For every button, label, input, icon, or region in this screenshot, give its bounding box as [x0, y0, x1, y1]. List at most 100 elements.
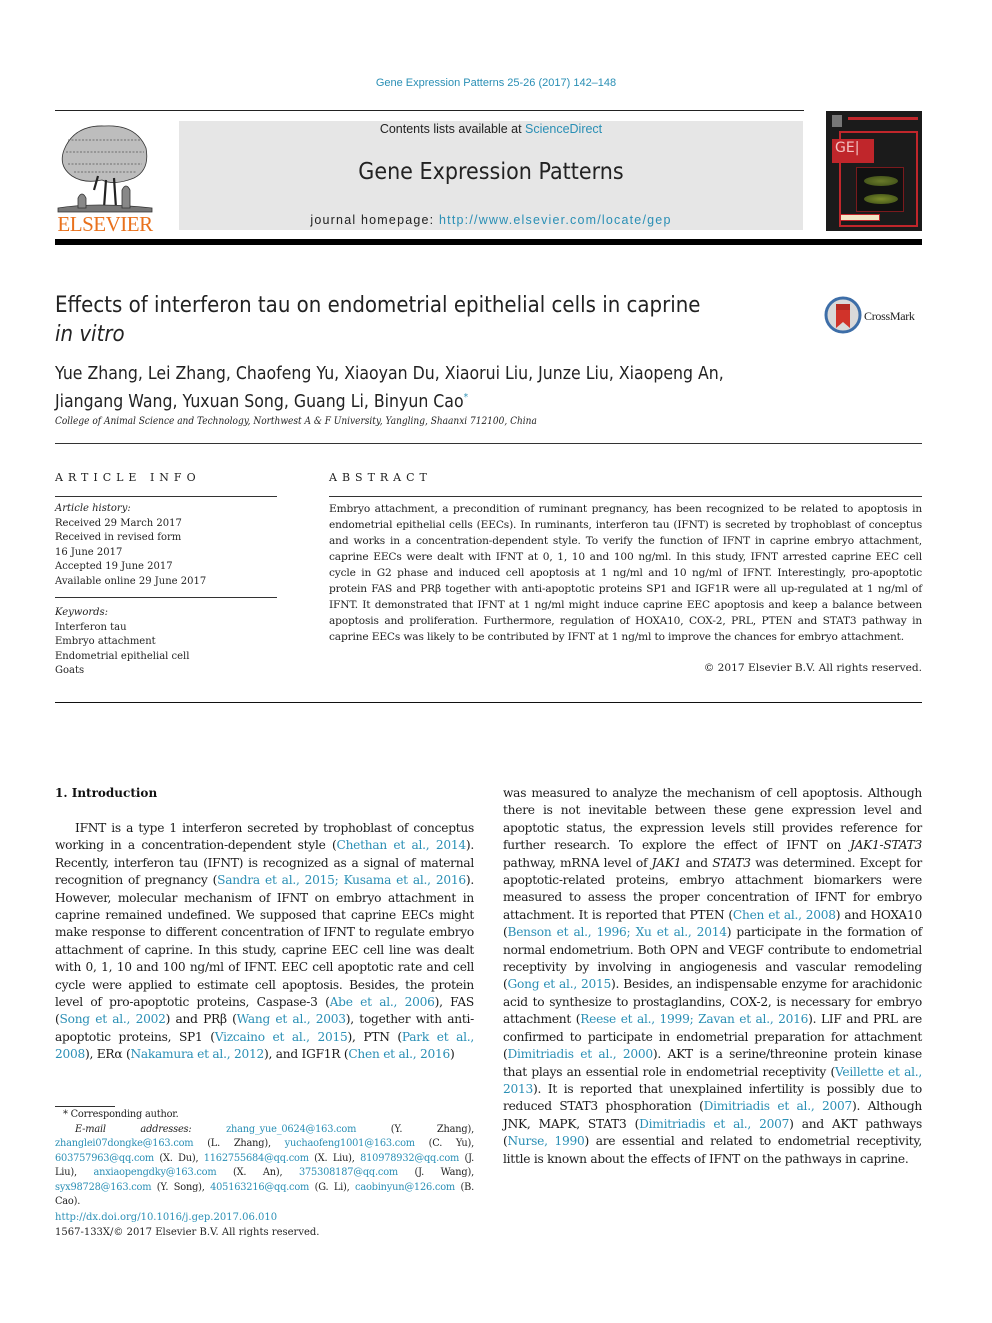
citation-link[interactable]: Chen et al., 2016	[348, 1047, 450, 1061]
citation-link[interactable]: Vizcaino et al., 2015	[215, 1030, 348, 1044]
email-link[interactable]: 405163216@qq.com	[210, 1182, 309, 1193]
body-column-left: IFNT is a type 1 interferon secreted by …	[55, 820, 474, 1064]
email-link[interactable]: zhanglei07dongke@163.com	[55, 1138, 194, 1149]
citation-link[interactable]: Sandra et al., 2015; Kusama et al., 2016	[217, 873, 466, 887]
authors-line-2: Jiangang Wang, Yuxuan Song, Guang Li, Bi…	[55, 391, 464, 412]
citation-link[interactable]: Nurse, 1990	[508, 1134, 585, 1148]
email-addresses: E-mail addresses: zhang_yue_0624@163.com…	[55, 1123, 474, 1210]
email-link[interactable]: 603757963@qq.com	[55, 1153, 154, 1164]
article-info-heading: ARTICLE INFO	[55, 471, 201, 484]
email-link[interactable]: zhang_yue_0624@163.com	[226, 1124, 356, 1135]
citation-link[interactable]: Reese et al., 1999; Zavan et al., 2016	[580, 1012, 808, 1026]
email-link[interactable]: anxiaopengdky@163.com	[93, 1167, 216, 1178]
abstract-body: Embryo attachment, a precondition of rum…	[329, 503, 922, 643]
contents-prefix: Contents lists available at	[379, 122, 526, 136]
email-owner: (Y. Song),	[151, 1181, 211, 1193]
footnotes: * Corresponding author. E-mail addresses…	[55, 1108, 474, 1210]
author-list: Yue Zhang, Lei Zhang, Chaofeng Yu, Xiaoy…	[55, 362, 757, 414]
email-link[interactable]: 1162755684@qq.com	[204, 1153, 309, 1164]
abstract-heading: ABSTRACT	[329, 471, 432, 484]
citation-link[interactable]: Dimitriadis et al., 2007	[639, 1117, 789, 1131]
email-link[interactable]: caobinyun@126.com	[355, 1182, 455, 1193]
contents-available-line: Contents lists available at ScienceDirec…	[179, 122, 803, 136]
issn-copyright: 1567-133X/© 2017 Elsevier B.V. All right…	[55, 1227, 320, 1238]
article-history-label: Article history:	[55, 503, 131, 514]
email-link[interactable]: yuchaofeng1001@163.com	[285, 1138, 415, 1149]
cover-image-panel	[856, 167, 904, 212]
history-item: Available online 29 June 2017	[55, 575, 207, 587]
cover-top-bar	[848, 117, 918, 120]
citation-link[interactable]: Song et al., 2002	[60, 1012, 166, 1026]
email-owner: (Y. Zhang),	[356, 1123, 474, 1135]
citation-link[interactable]: Dimitriadis et al., 2007	[704, 1099, 853, 1113]
gene-name: STAT3	[712, 855, 751, 870]
email-owner: (X. An),	[216, 1167, 299, 1178]
cover-label	[840, 214, 880, 221]
homepage-prefix: journal homepage:	[310, 213, 440, 227]
journal-homepage-line: journal homepage: http://www.elsevier.co…	[179, 213, 803, 227]
email-owner: (G. Li),	[309, 1181, 356, 1193]
gene-name: JAK1	[651, 855, 682, 870]
keywords-label: Keywords:	[55, 607, 109, 618]
email-owner: (X. Du),	[154, 1152, 204, 1164]
email-owner: (J. Wang),	[398, 1167, 475, 1178]
email-list: zhang_yue_0624@163.com (Y. Zhang), zhang…	[55, 1124, 474, 1208]
email-owner: (X. Liu),	[308, 1152, 361, 1164]
gene-name: JAK1-STAT3	[850, 838, 922, 853]
citation-link[interactable]: Abe et al., 2006	[330, 995, 435, 1009]
cover-embryo-image-2	[864, 194, 898, 204]
abstract-copyright: © 2017 Elsevier B.V. All rights reserved…	[703, 662, 922, 674]
doi-block: http://dx.doi.org/10.1016/j.gep.2017.06.…	[55, 1210, 319, 1240]
email-link[interactable]: syx98728@163.com	[55, 1182, 152, 1193]
corresponding-author-marker[interactable]: *	[464, 392, 469, 403]
email-owner: (L. Zhang),	[193, 1138, 285, 1149]
footnote-rule	[55, 1106, 115, 1107]
author-affiliation: College of Animal Science and Technology…	[55, 416, 537, 427]
keyword-item: Endometrial epithelial cell	[55, 650, 190, 662]
citation-link[interactable]: Dimitriadis et al., 2000	[508, 1047, 654, 1061]
article-history: Article history: Received 29 March 2017 …	[55, 502, 206, 589]
corresponding-author-note: * Corresponding author.	[63, 1109, 179, 1120]
history-item: Accepted 19 June 2017	[55, 561, 173, 572]
email-label: E-mail addresses:	[75, 1123, 227, 1135]
article-title: Effects of interferon tau on endometrial…	[55, 291, 721, 349]
cover-gep-logo: GE|	[832, 139, 874, 163]
email-link[interactable]: 375308187@qq.com	[299, 1167, 398, 1178]
body-column-right: was measured to analyze the mechanism of…	[503, 785, 922, 1168]
title-main: Effects of interferon tau on endometrial…	[55, 293, 701, 318]
title-italic: in vitro	[55, 322, 125, 347]
keyword-item: Embryo attachment	[55, 636, 156, 647]
article-info-rule	[55, 496, 277, 497]
divider-after-abstract	[55, 702, 922, 703]
email-owner: (C. Yu),	[414, 1138, 475, 1149]
cover-embryo-image-1	[864, 176, 898, 186]
citation-link[interactable]: Chethan et al., 2014	[337, 838, 467, 852]
sciencedirect-link[interactable]: ScienceDirect	[525, 122, 602, 136]
journal-homepage-link[interactable]: http://www.elsevier.com/locate/gep	[439, 213, 672, 227]
journal-title: Gene Expression Patterns	[358, 159, 624, 185]
divider-after-affiliation	[55, 443, 922, 444]
authors-line-1: Yue Zhang, Lei Zhang, Chaofeng Yu, Xiaoy…	[55, 364, 724, 384]
history-item: Received in revised form	[55, 532, 182, 543]
citation-link[interactable]: Nakamura et al., 2012	[130, 1047, 264, 1061]
keywords: Keywords: Interferon tau Embryo attachme…	[55, 606, 189, 679]
cover-elsevier-mini-logo	[832, 115, 842, 127]
header-top-rule	[55, 110, 804, 111]
citation-link[interactable]: Chen et al., 2008	[733, 908, 836, 922]
doi-link[interactable]: http://dx.doi.org/10.1016/j.gep.2017.06.…	[55, 1210, 319, 1225]
crossmark-label[interactable]: CrossMark	[864, 309, 915, 324]
citation-link[interactable]: Veillette et al., 2013	[503, 1065, 922, 1096]
citation-link[interactable]: Benson et al., 1996; Xu et al., 2014	[508, 925, 727, 939]
citation-link[interactable]: Wang et al., 2003	[237, 1012, 346, 1026]
history-item: 16 June 2017	[55, 546, 123, 558]
history-item: Received 29 March 2017	[55, 517, 182, 529]
intro-paragraph-right: was measured to analyze the mechanism of…	[503, 786, 923, 1166]
citation-link[interactable]: Gong et al., 2015	[508, 977, 612, 991]
email-link[interactable]: 810978932@qq.com	[360, 1153, 459, 1164]
intro-paragraph-left: IFNT is a type 1 interferon secreted by …	[55, 821, 474, 1062]
journal-cover-thumbnail[interactable]: GE|	[826, 111, 922, 231]
journal-masthead: Contents lists available at ScienceDirec…	[179, 121, 803, 230]
elsevier-wordmark: ELSEVIER	[57, 212, 153, 236]
introduction-heading: 1. Introduction	[55, 786, 158, 800]
journal-reference-link[interactable]: Gene Expression Patterns 25-26 (2017) 14…	[0, 77, 992, 89]
